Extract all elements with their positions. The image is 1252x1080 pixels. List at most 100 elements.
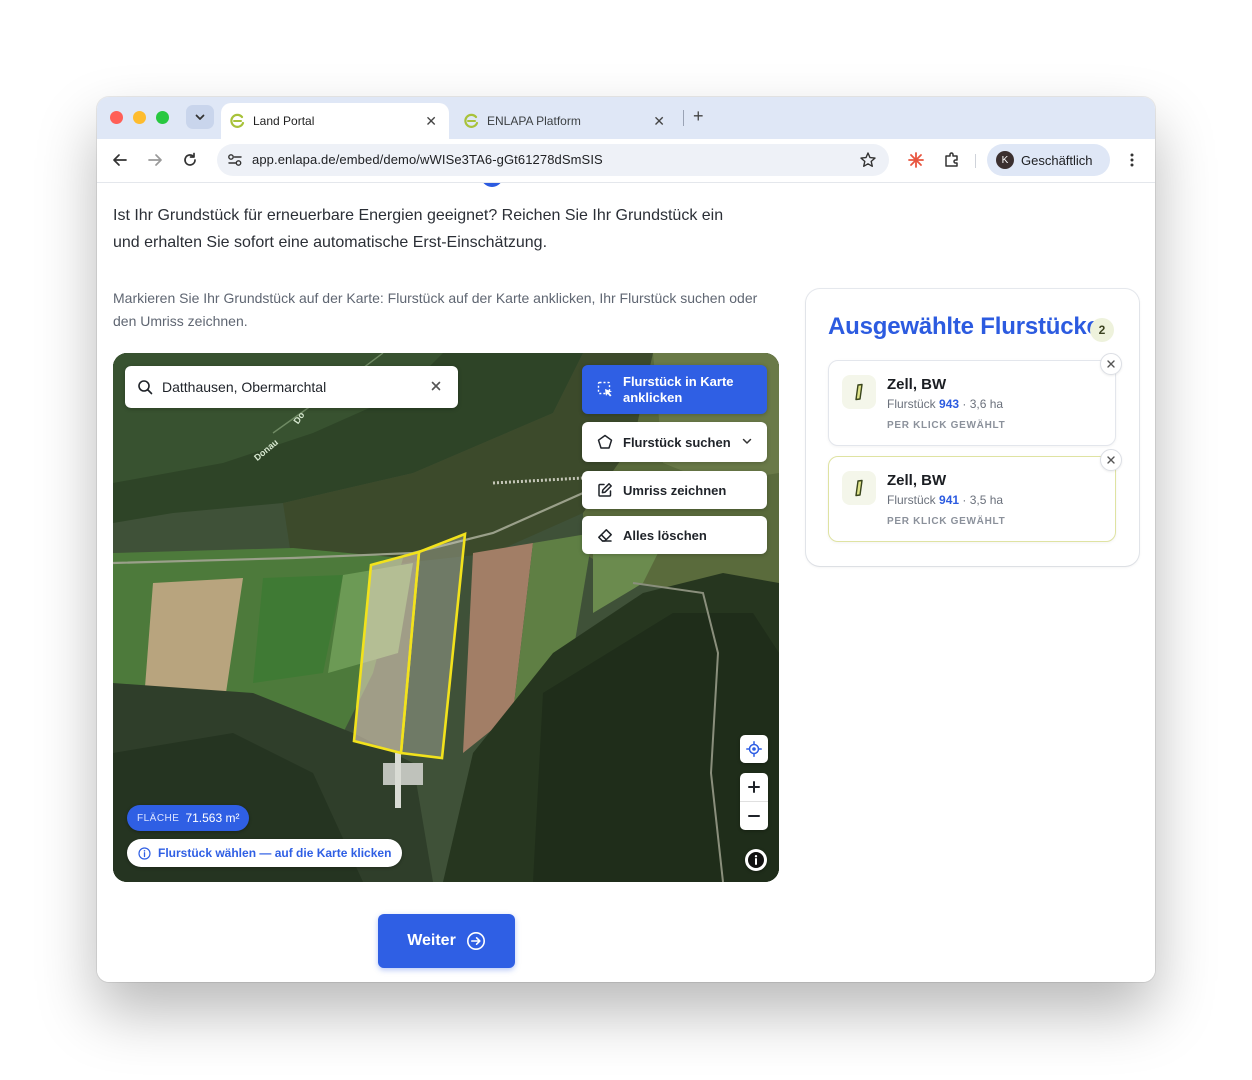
selected-parcels-panel: Ausgewählte Flurstücke 2 Zell, BW Flurst… [806, 289, 1139, 566]
clear-all-label: Alles löschen [623, 527, 707, 543]
remove-parcel-button[interactable] [1100, 353, 1122, 375]
bookmark-star-icon[interactable] [859, 151, 877, 174]
heading-fragment [481, 183, 503, 187]
parcel-shape-icon [842, 471, 876, 505]
close-icon [431, 381, 441, 391]
clear-search-button[interactable] [428, 378, 444, 394]
browser-menu-button[interactable] [1123, 149, 1141, 171]
forward-button[interactable] [144, 149, 166, 171]
info-icon [748, 852, 764, 868]
remove-parcel-button[interactable] [1100, 449, 1122, 471]
eraser-icon [596, 526, 614, 544]
tab-search-button[interactable] [186, 105, 214, 129]
extensions-puzzle-icon[interactable] [941, 149, 963, 171]
parcel-place: Zell, BW [887, 376, 947, 393]
tab-title: Land Portal [253, 114, 315, 128]
arrow-left-icon [113, 154, 127, 166]
chevron-down-icon [195, 114, 205, 120]
close-icon [1107, 456, 1115, 464]
minimize-window-button[interactable] [133, 111, 146, 124]
chevron-down-icon [741, 435, 753, 450]
profile-label: Geschäftlich [1021, 152, 1093, 168]
close-icon[interactable]: ✕ [425, 113, 437, 130]
map-attribution-button[interactable] [745, 849, 767, 871]
address-bar[interactable]: app.enlapa.de/embed/demo/wWISe3TA6-gGt61… [217, 144, 889, 176]
instructions-text: Markieren Sie Ihr Grundstück auf der Kar… [113, 290, 758, 329]
clear-all-button[interactable]: Alles löschen [582, 516, 767, 554]
hint-text: Flurstück wählen — auf die Karte klicken [158, 846, 392, 860]
new-tab-button[interactable]: + [693, 106, 704, 127]
arrow-right-circle-icon [466, 931, 486, 951]
parcel-number: 941 [939, 493, 960, 507]
draw-outline-label: Umriss zeichnen [623, 482, 727, 498]
info-circle-icon [138, 846, 151, 860]
parcel-prefix: Flurstück [887, 493, 936, 507]
plus-icon [748, 781, 760, 793]
parcel-card[interactable]: Zell, BW Flurstück 941 · 3,5 ha PER KLIC… [828, 456, 1116, 542]
area-badge: FLÄCHE 71.563 m² [127, 805, 250, 831]
search-parcel-dropdown[interactable]: Flurstück suchen [582, 422, 767, 462]
maximize-window-button[interactable] [156, 111, 169, 124]
url-text: app.enlapa.de/embed/demo/wWISe3TA6-gGt61… [252, 152, 603, 167]
tab-enlapa-platform[interactable]: ENLAPA Platform ✕ [455, 103, 677, 139]
select-cursor-icon [596, 381, 614, 399]
zoom-out-button[interactable] [740, 802, 768, 830]
search-icon [138, 380, 153, 395]
satellite-map[interactable]: Donau Do Datthausen, Obermarchtal Flurst… [113, 353, 779, 882]
parcel-prefix: Flurstück [887, 397, 936, 411]
tab-title: ENLAPA Platform [487, 114, 581, 128]
crosshair-icon [746, 741, 762, 757]
browser-window: Land Portal ✕ ENLAPA Platform ✕ + app.en… [97, 97, 1155, 982]
reload-button[interactable] [179, 149, 201, 171]
map-search-field[interactable]: Datthausen, Obermarchtal [125, 366, 458, 408]
extension-burst-icon[interactable] [905, 149, 927, 171]
search-parcel-label: Flurstück suchen [623, 434, 731, 450]
parcel-area: · 3,6 ha [962, 397, 1004, 411]
parcel-selection-method: PER KLICK GEWÄHLT [887, 516, 1006, 527]
selection-count-badge: 2 [1090, 318, 1114, 342]
area-value: 71.563 m² [185, 811, 240, 825]
hint-pill: Flurstück wählen — auf die Karte klicken [127, 839, 403, 867]
minus-icon [748, 814, 760, 817]
more-vertical-icon [1130, 153, 1134, 167]
close-icon[interactable]: ✕ [653, 113, 665, 130]
zoom-in-button[interactable] [740, 774, 768, 802]
next-label: Weiter [407, 932, 456, 949]
parcel-details: Flurstück 941 · 3,5 ha [887, 493, 1003, 507]
tab-separator [683, 110, 684, 126]
locate-me-button[interactable] [740, 735, 768, 763]
parcel-number: 943 [939, 397, 960, 411]
toolbar-separator [975, 154, 976, 168]
close-icon [1107, 360, 1115, 368]
site-settings-icon[interactable] [224, 150, 246, 170]
close-window-button[interactable] [110, 111, 123, 124]
parcel-selection-method: PER KLICK GEWÄHLT [887, 420, 1006, 431]
tab-strip: Land Portal ✕ ENLAPA Platform ✕ + [97, 97, 1155, 139]
edit-pencil-icon [596, 481, 614, 499]
intro-text: Ist Ihr Grundstück für erneuerbare Energ… [113, 207, 724, 251]
click-parcel-label: Flurstück in Karte anklicken [623, 373, 734, 405]
enlapa-favicon-icon [229, 113, 245, 129]
profile-button[interactable]: K Geschäftlich [987, 144, 1110, 176]
avatar: K [996, 151, 1014, 169]
zoom-controls [740, 773, 768, 830]
draw-outline-button[interactable]: Umriss zeichnen [582, 471, 767, 509]
page-content: Ist Ihr Grundstück für erneuerbare Energ… [97, 183, 1155, 982]
reload-icon [184, 152, 196, 166]
browser-toolbar: app.enlapa.de/embed/demo/wWISe3TA6-gGt61… [97, 139, 1155, 183]
parcel-details: Flurstück 943 · 3,6 ha [887, 397, 1003, 411]
parcel-card[interactable]: Zell, BW Flurstück 943 · 3,6 ha PER KLIC… [828, 360, 1116, 446]
tab-land-portal[interactable]: Land Portal ✕ [221, 103, 449, 139]
pentagon-icon [596, 433, 614, 451]
parcel-place: Zell, BW [887, 472, 947, 489]
next-button[interactable]: Weiter [378, 914, 515, 968]
panel-title: Ausgewählte Flurstücke [828, 313, 1100, 340]
parcel-area: · 3,5 ha [962, 493, 1004, 507]
click-parcel-button[interactable]: Flurstück in Karte anklicken [582, 365, 767, 414]
enlapa-favicon-icon [463, 113, 479, 129]
arrow-right-icon [148, 154, 162, 166]
area-label: FLÄCHE [137, 812, 180, 824]
parcel-shape-icon [842, 375, 876, 409]
back-button[interactable] [109, 149, 131, 171]
search-input[interactable]: Datthausen, Obermarchtal [162, 379, 326, 395]
